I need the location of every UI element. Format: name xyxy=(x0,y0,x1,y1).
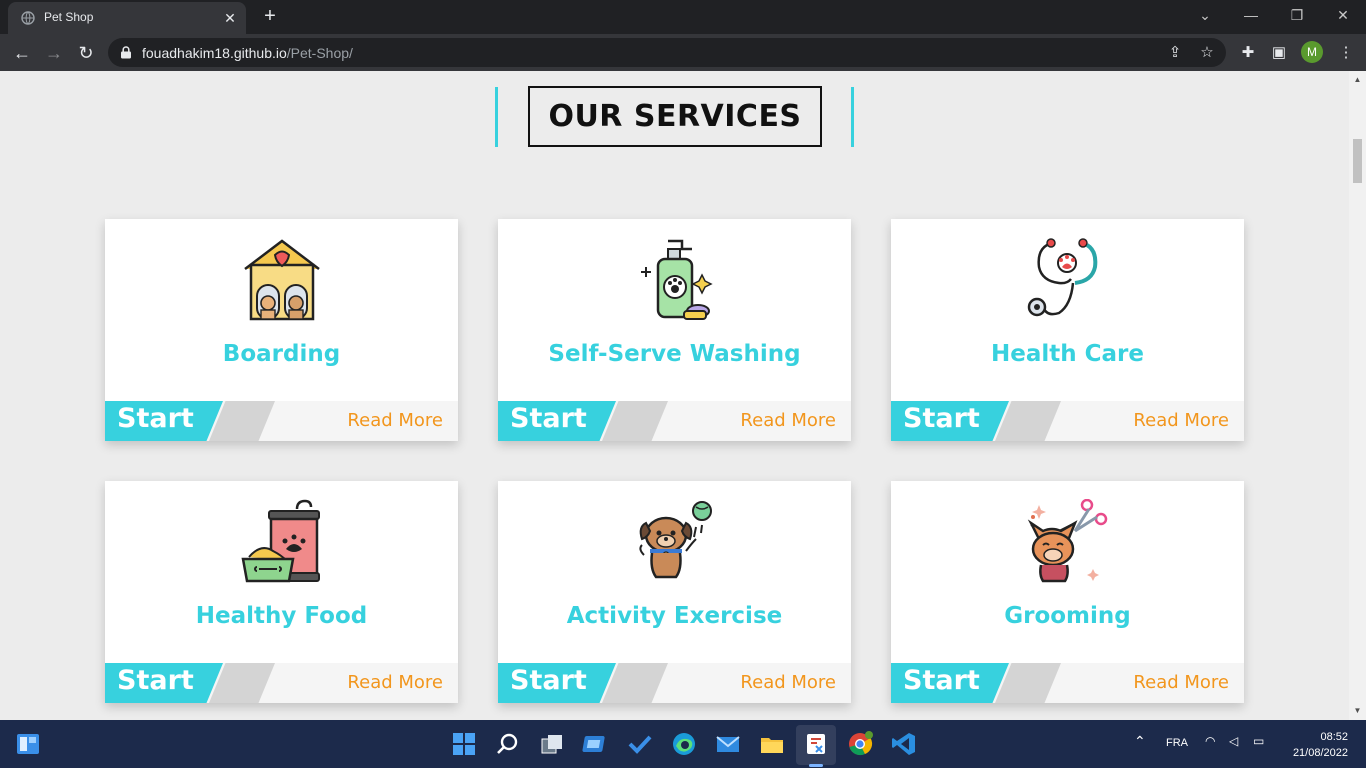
card-footer: Start Read More xyxy=(498,401,851,441)
snipping-tool-icon[interactable] xyxy=(802,730,830,758)
minimize-button[interactable]: — xyxy=(1228,0,1274,30)
wifi-icon[interactable]: ◠ xyxy=(1205,734,1215,748)
restore-button[interactable]: ❐ xyxy=(1274,0,1320,30)
service-title: Self-Serve Washing xyxy=(548,341,801,367)
reload-button[interactable]: ↻ xyxy=(72,39,100,67)
service-card-food: Healthy Food Start Read More xyxy=(105,481,458,703)
read-more-link[interactable]: Read More xyxy=(1133,410,1229,431)
chrome-icon[interactable] xyxy=(846,730,874,758)
remote-desktop-icon[interactable] xyxy=(582,730,610,758)
side-panel-icon[interactable]: ▣ xyxy=(1267,41,1291,65)
cat-scissors-icon xyxy=(1027,499,1108,583)
volume-icon[interactable]: ◁ xyxy=(1229,734,1238,748)
close-window-button[interactable]: ✕ xyxy=(1320,0,1366,30)
section-heading: OUR SERVICES xyxy=(548,99,802,134)
service-card-grooming: Grooming Start Read More xyxy=(891,481,1244,703)
mail-icon[interactable] xyxy=(714,730,742,758)
read-more-link[interactable]: Read More xyxy=(347,672,443,693)
edge-icon[interactable] xyxy=(670,730,698,758)
address-bar[interactable]: fouadhakim18.github.io/Pet-Shop/ ⇪ ☆ xyxy=(108,38,1226,67)
card-footer: Start Read More xyxy=(891,663,1244,703)
service-title: Activity Exercise xyxy=(566,603,783,629)
page-scrollbar[interactable]: ▲ ▼ xyxy=(1349,71,1366,720)
globe-icon xyxy=(21,11,35,25)
language-indicator[interactable]: FRA xyxy=(1166,737,1188,749)
system-clock[interactable]: 08:52 21/08/2022 xyxy=(1293,729,1348,761)
heading-right-bar xyxy=(851,87,854,147)
playing-dog-icon xyxy=(639,501,712,579)
share-icon[interactable]: ⇪ xyxy=(1164,42,1186,64)
shampoo-bottle-icon xyxy=(641,239,713,320)
start-label[interactable]: Start xyxy=(117,665,194,696)
start-icon[interactable] xyxy=(450,730,478,758)
extensions-icon[interactable]: ✚ xyxy=(1236,41,1260,65)
browser-tab[interactable]: Pet Shop ✕ xyxy=(8,2,246,34)
scroll-up-arrow[interactable]: ▲ xyxy=(1349,73,1366,87)
lock-icon xyxy=(121,46,131,59)
read-more-link[interactable]: Read More xyxy=(1133,672,1229,693)
service-card-boarding: Boarding Start Read More xyxy=(105,219,458,441)
service-title: Healthy Food xyxy=(195,603,368,629)
stethoscope-paw-icon xyxy=(1027,238,1098,317)
windows-taskbar: ⌃ FRA ◠ ◁ ▭ 08:52 21/08/2022 xyxy=(0,720,1366,768)
service-title: Health Care xyxy=(991,341,1144,367)
read-more-link[interactable]: Read More xyxy=(740,672,836,693)
show-hidden-icons[interactable]: ⌃ xyxy=(1134,733,1146,750)
card-footer: Start Read More xyxy=(105,663,458,703)
widgets-icon[interactable] xyxy=(14,730,42,758)
read-more-link[interactable]: Read More xyxy=(740,410,836,431)
start-label[interactable]: Start xyxy=(510,665,587,696)
page-content: OUR SERVICES Boarding Start Read More Se… xyxy=(0,71,1349,720)
tab-strip: Pet Shop ✕ + ⌄ — ❐ ✕ xyxy=(0,0,1366,34)
pet-food-icon xyxy=(241,499,320,583)
heading-left-bar xyxy=(495,87,498,147)
clock-date: 21/08/2022 xyxy=(1292,747,1348,759)
active-app-indicator xyxy=(809,764,823,767)
browser-toolbar: ← → ↻ fouadhakim18.github.io/Pet-Shop/ ⇪… xyxy=(0,34,1366,71)
bookmark-star-icon[interactable]: ☆ xyxy=(1196,42,1218,64)
start-label[interactable]: Start xyxy=(510,403,587,434)
service-title: Grooming xyxy=(1004,603,1131,629)
todo-icon[interactable] xyxy=(626,730,654,758)
service-card-exercise: Activity Exercise Start Read More xyxy=(498,481,851,703)
section-heading-box: OUR SERVICES xyxy=(528,86,822,147)
start-label[interactable]: Start xyxy=(117,403,194,434)
service-title: Boarding xyxy=(222,341,341,367)
menu-icon[interactable]: ⋮ xyxy=(1334,41,1358,65)
tab-search-icon[interactable]: ⌄ xyxy=(1182,0,1228,30)
service-card-washing: Self-Serve Washing Start Read More xyxy=(498,219,851,441)
read-more-link[interactable]: Read More xyxy=(347,410,443,431)
vscode-icon[interactable] xyxy=(890,730,918,758)
card-footer: Start Read More xyxy=(498,663,851,703)
search-icon[interactable] xyxy=(494,730,522,758)
new-tab-button[interactable]: + xyxy=(258,5,282,29)
forward-button[interactable]: → xyxy=(40,39,68,67)
clock-time: 08:52 xyxy=(1320,731,1348,743)
card-footer: Start Read More xyxy=(891,401,1244,441)
start-label[interactable]: Start xyxy=(903,403,980,434)
scrollbar-thumb[interactable] xyxy=(1353,139,1362,183)
card-footer: Start Read More xyxy=(105,401,458,441)
profile-avatar[interactable]: M xyxy=(1301,41,1323,63)
file-explorer-icon[interactable] xyxy=(758,730,786,758)
start-label[interactable]: Start xyxy=(903,665,980,696)
task-view-icon[interactable] xyxy=(538,730,566,758)
close-tab-icon[interactable]: ✕ xyxy=(220,8,240,28)
service-card-health: Health Care Start Read More xyxy=(891,219,1244,441)
scroll-down-arrow[interactable]: ▼ xyxy=(1349,704,1366,718)
back-button[interactable]: ← xyxy=(8,39,36,67)
url-text: fouadhakim18.github.io/Pet-Shop/ xyxy=(142,45,353,61)
dog-house-icon xyxy=(244,239,320,321)
battery-icon[interactable]: ▭ xyxy=(1253,734,1264,748)
tab-title: Pet Shop xyxy=(44,10,94,24)
